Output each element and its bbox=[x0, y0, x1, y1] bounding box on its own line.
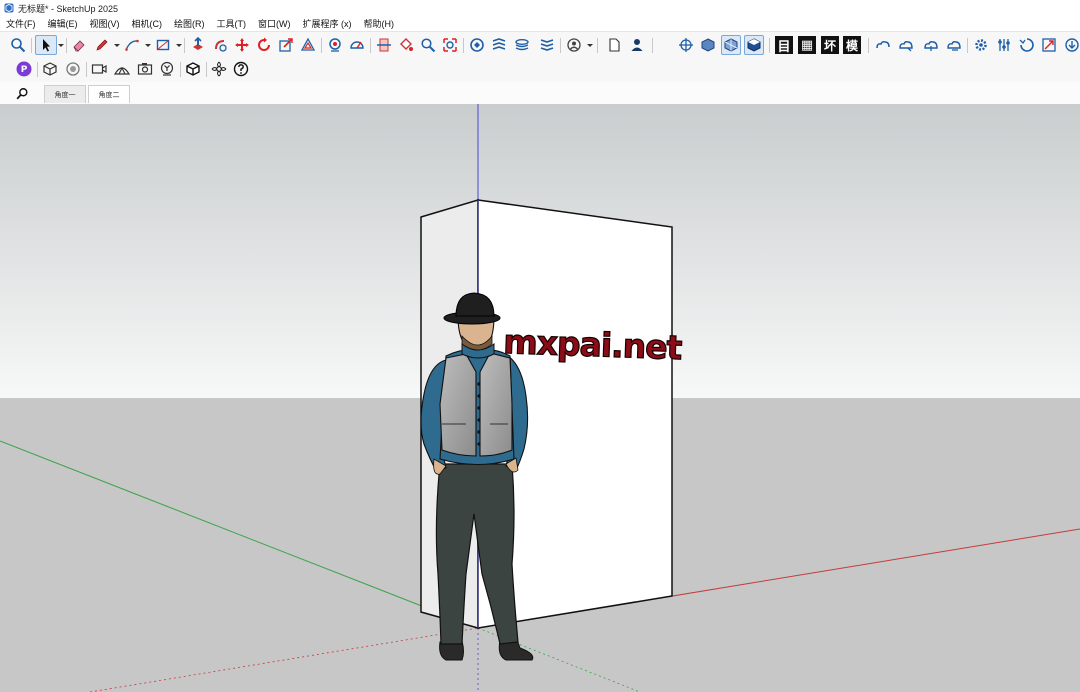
model-viewport[interactable]: mxpai.net bbox=[0, 104, 1080, 692]
title-bar: 无标题* - SketchUp 2025 bbox=[0, 0, 1080, 16]
zoom-icon[interactable] bbox=[8, 35, 28, 55]
arc-icon[interactable] bbox=[122, 35, 142, 55]
sketchup-logo-icon bbox=[4, 3, 14, 13]
tab-scene-1[interactable]: 角度一 bbox=[44, 85, 86, 103]
scenes-icon[interactable] bbox=[537, 35, 557, 55]
main-toolbar: 目 ▦ 坏 模 bbox=[0, 31, 1080, 58]
tent-icon[interactable] bbox=[112, 59, 132, 79]
follow-me-icon[interactable] bbox=[210, 35, 230, 55]
cloud-icon-3[interactable] bbox=[921, 35, 941, 55]
svg-text:P: P bbox=[21, 65, 28, 75]
style-icon-2[interactable]: ▦ bbox=[798, 36, 816, 54]
menu-window[interactable]: 窗口(W) bbox=[258, 17, 291, 30]
orbit-icon[interactable] bbox=[676, 35, 696, 55]
cloud-icon-1[interactable] bbox=[873, 35, 893, 55]
menu-draw[interactable]: 绘图(R) bbox=[174, 17, 205, 30]
layers-icon[interactable] bbox=[512, 35, 532, 55]
style-icon-4[interactable]: 模 bbox=[843, 36, 861, 54]
style-icon-3[interactable]: 坏 bbox=[821, 36, 839, 54]
tab-scene-2[interactable]: 角度二 bbox=[88, 85, 130, 103]
download-icon[interactable] bbox=[1062, 35, 1080, 55]
style-icon-1[interactable]: 目 bbox=[775, 36, 793, 54]
scene-tab-bar: 角度一 角度二 bbox=[0, 82, 1080, 105]
warehouse-icon[interactable] bbox=[467, 35, 487, 55]
cloud-icon-2[interactable] bbox=[896, 35, 916, 55]
move-icon[interactable] bbox=[232, 35, 252, 55]
window-title: 无标题* - SketchUp 2025 bbox=[18, 3, 119, 14]
menu-tools[interactable]: 工具(T) bbox=[217, 17, 247, 30]
select-icon[interactable] bbox=[35, 35, 57, 55]
help-icon[interactable] bbox=[231, 59, 251, 79]
resize-icon[interactable] bbox=[1039, 35, 1059, 55]
paint-bucket-icon[interactable] bbox=[396, 35, 416, 55]
box-icon[interactable] bbox=[40, 59, 60, 79]
tape-measure-icon[interactable] bbox=[325, 35, 345, 55]
push-pull-icon[interactable] bbox=[188, 35, 208, 55]
shaded-icon[interactable] bbox=[744, 35, 764, 55]
photo-icon[interactable] bbox=[135, 59, 155, 79]
menu-bar: 文件(F) 编辑(E) 视图(V) 相机(C) 绘图(R) 工具(T) 窗口(W… bbox=[0, 16, 1080, 31]
zoom-window-icon[interactable] bbox=[418, 35, 438, 55]
xray-icon[interactable] bbox=[721, 35, 741, 55]
user-icon[interactable] bbox=[627, 35, 647, 55]
section-plane-icon[interactable] bbox=[374, 35, 394, 55]
pencil-line-icon[interactable] bbox=[92, 35, 112, 55]
menu-view[interactable]: 视图(V) bbox=[90, 17, 120, 30]
rotate-icon[interactable] bbox=[254, 35, 274, 55]
yard-icon[interactable] bbox=[157, 59, 177, 79]
zoom-extents-icon[interactable] bbox=[440, 35, 460, 55]
cube-icon[interactable] bbox=[183, 59, 203, 79]
rectangle-icon[interactable] bbox=[153, 35, 173, 55]
purple-extension-icon[interactable]: P bbox=[14, 59, 34, 79]
protractor-icon[interactable] bbox=[347, 35, 367, 55]
settings-icon[interactable] bbox=[971, 35, 991, 55]
sliders-icon[interactable] bbox=[994, 35, 1014, 55]
iso-view-icon[interactable] bbox=[698, 35, 718, 55]
menu-edit[interactable]: 编辑(E) bbox=[48, 17, 78, 30]
menu-extensions[interactable]: 扩展程序 (x) bbox=[303, 17, 352, 30]
camera-rect-icon[interactable] bbox=[89, 59, 109, 79]
new-file-icon[interactable] bbox=[604, 35, 624, 55]
menu-help[interactable]: 帮助(H) bbox=[364, 17, 395, 30]
flower-icon[interactable] bbox=[209, 59, 229, 79]
extension-warehouse-icon[interactable] bbox=[489, 35, 509, 55]
search-icon[interactable] bbox=[13, 85, 31, 102]
circle-icon[interactable] bbox=[63, 59, 83, 79]
cloud-icon-4[interactable] bbox=[944, 35, 964, 55]
secondary-toolbar: P bbox=[0, 57, 1080, 83]
window-icon[interactable] bbox=[1017, 35, 1037, 55]
menu-file[interactable]: 文件(F) bbox=[6, 17, 36, 30]
account-icon[interactable] bbox=[564, 35, 584, 55]
scale-icon[interactable] bbox=[276, 35, 296, 55]
eraser-icon[interactable] bbox=[69, 35, 89, 55]
watermark-text: mxpai.net bbox=[503, 322, 684, 367]
offset-icon[interactable] bbox=[298, 35, 318, 55]
menu-camera[interactable]: 相机(C) bbox=[132, 17, 163, 30]
